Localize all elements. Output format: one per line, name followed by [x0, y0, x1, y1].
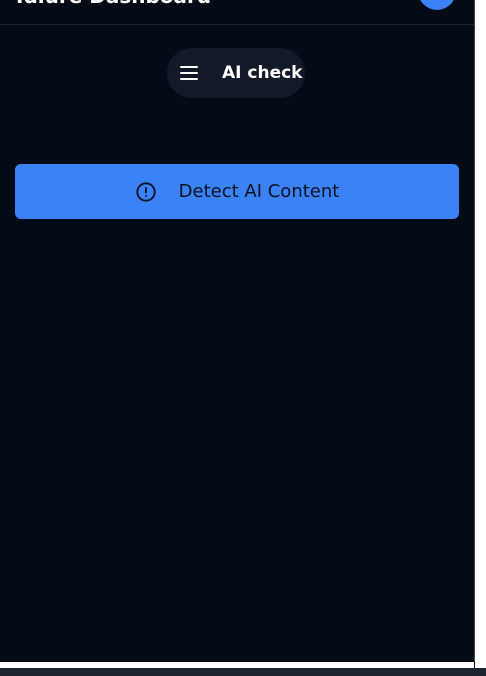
alert-circle-icon: [135, 181, 157, 203]
ai-check-menu-toggle[interactable]: AI check: [167, 48, 305, 98]
detect-ai-content-button[interactable]: Detect AI Content: [15, 164, 459, 219]
avatar[interactable]: [418, 0, 456, 10]
app-window: Idlure Dashboard AI check Detect AI Cont…: [0, 0, 474, 662]
detect-ai-content-label: Detect AI Content: [178, 181, 340, 202]
ai-check-label: AI check: [222, 63, 303, 83]
right-margin: [475, 0, 486, 676]
bottom-bar: [0, 668, 486, 676]
top-bar: Idlure Dashboard: [0, 0, 474, 25]
menu-icon: [180, 66, 198, 80]
app-title: Idlure Dashboard: [16, 0, 211, 8]
